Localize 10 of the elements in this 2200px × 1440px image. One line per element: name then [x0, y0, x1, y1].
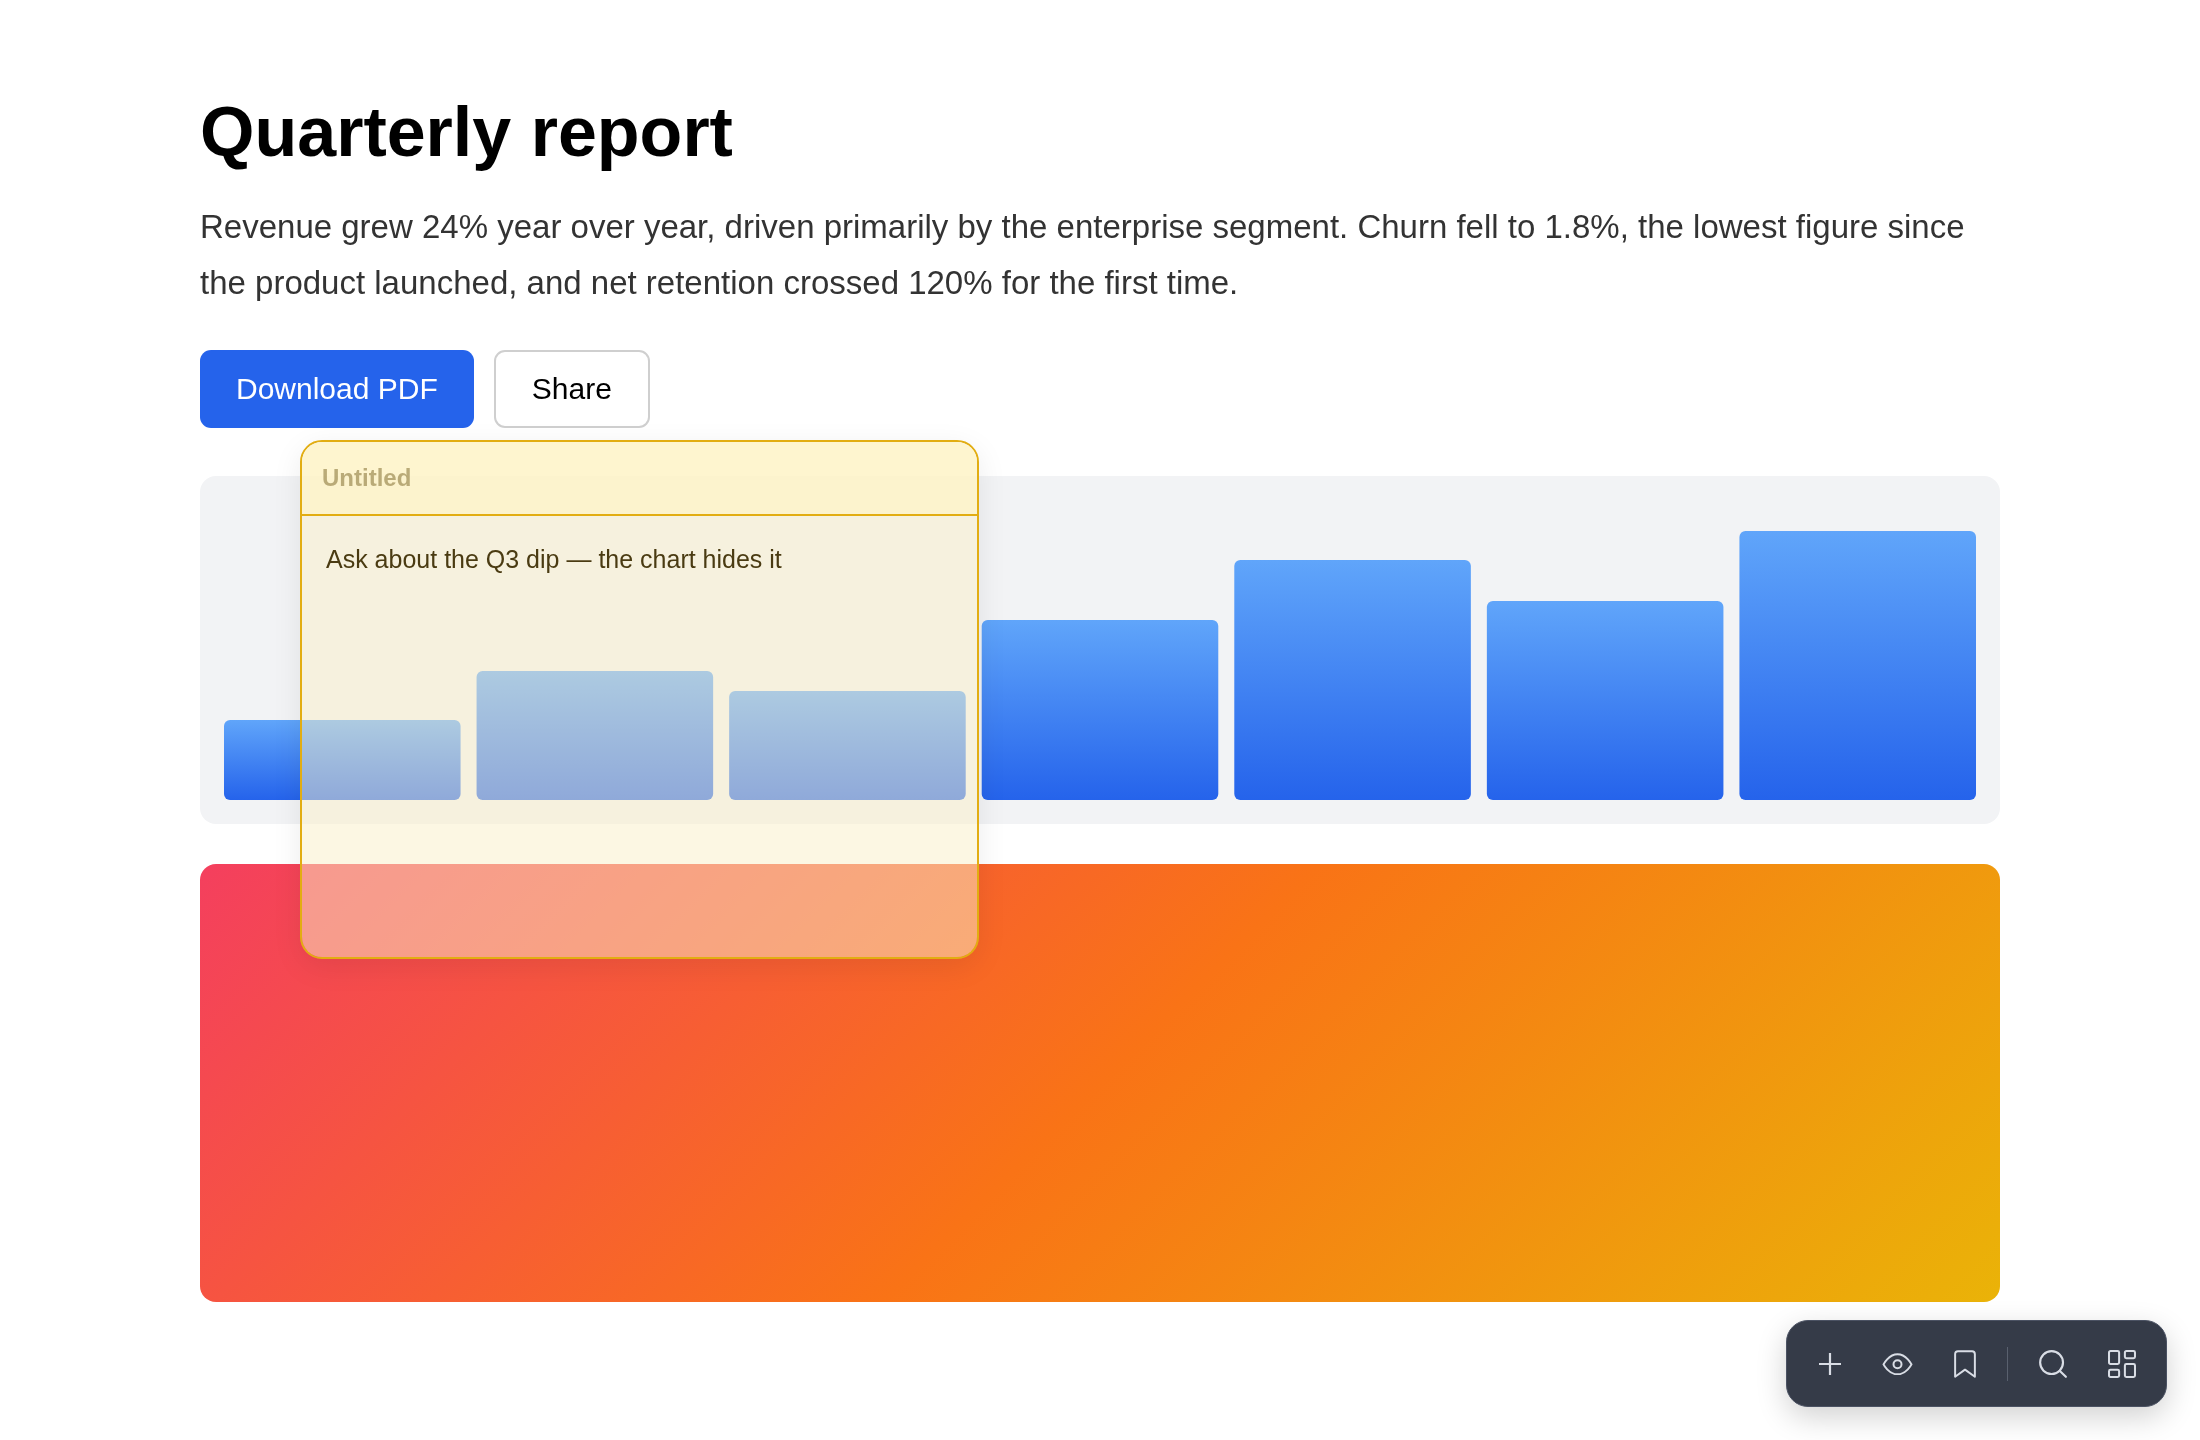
search-icon[interactable] — [2039, 1349, 2067, 1378]
bookmark-icon[interactable] — [1954, 1349, 1976, 1378]
dashboard-grid-icon[interactable] — [2108, 1349, 2136, 1378]
download-button[interactable]: Download PDF — [200, 350, 474, 428]
note-title-field[interactable]: Untitled — [302, 442, 977, 514]
eye-icon[interactable] — [1882, 1352, 1913, 1375]
plus-icon[interactable] — [1819, 1352, 1841, 1375]
share-button[interactable]: Share — [493, 350, 650, 428]
summary-text: Revenue grew 24% year over year, driven primarily by the enterprise segment. Churn fell to 1.8%, the lowest figure since the product launched, and net retention crossed 120% for the first time. — [200, 207, 1966, 303]
page-title: Quarterly report — [200, 92, 734, 172]
